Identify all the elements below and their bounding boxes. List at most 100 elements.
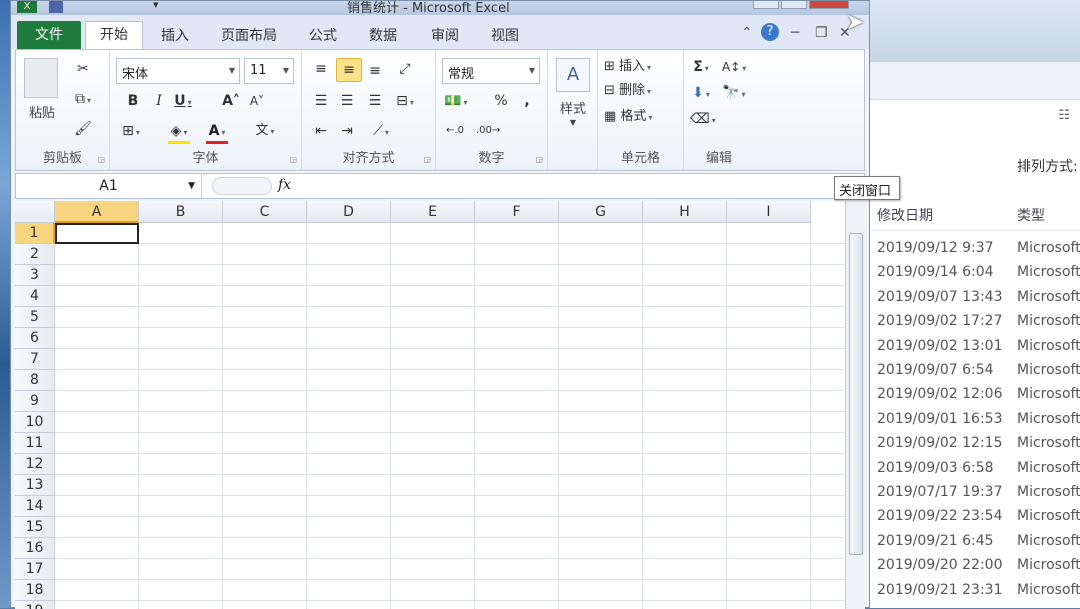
help-icon[interactable]: ? — [761, 23, 779, 41]
file-row[interactable]: 2019/09/02 13:01 Microsoft — [877, 338, 1080, 362]
column-header-e[interactable]: E — [391, 201, 475, 223]
row-header-8[interactable]: 8 — [15, 370, 55, 391]
file-row[interactable]: 2019/09/20 22:00 Microsoft — [877, 557, 1080, 581]
row-header-18[interactable]: 18 — [15, 580, 55, 601]
clear-icon[interactable]: ⌫ ▾ — [690, 108, 716, 132]
cut-icon[interactable]: ✂ — [72, 58, 94, 82]
tab-file[interactable]: 文件 — [17, 21, 81, 49]
column-header-c[interactable]: C — [223, 201, 307, 223]
column-header-a[interactable]: A — [55, 201, 139, 223]
font-color-icon[interactable]: A ▾ — [206, 120, 228, 144]
tab-insert[interactable]: 插入 — [161, 25, 189, 45]
row-header-14[interactable]: 14 — [15, 496, 55, 517]
tab-home[interactable]: 开始 — [85, 21, 143, 49]
font-launcher-icon[interactable]: ◲ — [289, 155, 297, 164]
close-button[interactable] — [809, 1, 849, 9]
column-modified-date[interactable]: 修改日期 — [877, 205, 933, 225]
tab-data[interactable]: 数据 — [369, 25, 397, 45]
file-row[interactable]: 2019/09/02 17:27 Microsoft — [877, 313, 1080, 337]
tab-formulas[interactable]: 公式 — [309, 25, 337, 45]
grow-font-icon[interactable]: A˄ — [220, 90, 242, 114]
column-header-h[interactable]: H — [643, 201, 727, 223]
styles-icon[interactable]: A — [556, 58, 590, 92]
align-bottom-icon[interactable]: ≡ — [364, 60, 386, 84]
file-row[interactable]: 2019/09/22 23:54 Microsoft — [877, 508, 1080, 532]
insert-function-icon[interactable]: fx — [278, 177, 291, 193]
increase-indent-icon[interactable]: ⇥ — [336, 120, 358, 144]
accounting-format-icon[interactable]: 💵 ▾ — [444, 90, 467, 114]
format-cells-button[interactable]: ▦ 格式 ▾ — [604, 106, 652, 130]
chevron-down-icon[interactable]: ▼ — [229, 66, 235, 75]
select-all-corner[interactable] — [15, 201, 55, 223]
alignment-launcher-icon[interactable]: ◲ — [423, 155, 431, 164]
align-center-icon[interactable]: ☰ — [336, 90, 358, 114]
number-launcher-icon[interactable]: ◲ — [535, 155, 543, 164]
scrollbar-thumb[interactable] — [849, 233, 863, 555]
file-row[interactable]: 2019/09/07 13:43 Microsoft — [877, 289, 1080, 313]
view-options-icon[interactable]: ☷ — [1058, 108, 1070, 123]
tab-page-layout[interactable]: 页面布局 — [221, 25, 277, 45]
row-header-16[interactable]: 16 — [15, 538, 55, 559]
vertical-scrollbar[interactable] — [845, 201, 865, 609]
excel-app-icon[interactable]: X — [17, 1, 37, 13]
active-cell-a1[interactable] — [55, 223, 139, 244]
row-header-10[interactable]: 10 — [15, 412, 55, 433]
align-middle-icon[interactable]: ≡ — [336, 58, 362, 82]
row-header-5[interactable]: 5 — [15, 307, 55, 328]
percent-style-icon[interactable]: % — [490, 90, 512, 114]
row-header-15[interactable]: 15 — [15, 517, 55, 538]
orientation-icon[interactable]: ⟋ ▾ — [370, 120, 392, 144]
column-header-b[interactable]: B — [139, 201, 223, 223]
bold-icon[interactable]: B — [122, 90, 144, 114]
row-header-6[interactable]: 6 — [15, 328, 55, 349]
increase-decimal-icon[interactable]: ←.0 — [444, 120, 466, 144]
comma-style-icon[interactable]: , — [516, 90, 538, 114]
save-icon[interactable] — [49, 1, 63, 13]
styles-button[interactable]: 样式 — [550, 98, 596, 117]
row-header-1[interactable]: 1 — [15, 223, 55, 244]
align-right-icon[interactable]: ☰ — [364, 90, 386, 114]
minimize-ribbon-icon[interactable]: ⌃ — [741, 25, 753, 41]
maximize-button[interactable] — [781, 1, 807, 9]
fill-icon[interactable]: ⬇ ▾ — [690, 82, 712, 106]
clipboard-launcher-icon[interactable]: ◲ — [97, 155, 105, 164]
tab-view[interactable]: 视图 — [491, 25, 519, 45]
minimize-button[interactable] — [753, 1, 779, 9]
autosum-icon[interactable]: Σ ▾ — [690, 56, 712, 80]
chevron-down-icon[interactable]: ▼ — [188, 174, 195, 198]
font-name-combo[interactable]: 宋体 ▼ — [116, 58, 240, 84]
file-row[interactable]: 2019/09/12 9:37 Microsoft — [877, 240, 1080, 264]
file-row[interactable]: 2019/09/03 6:58 Microsoft — [877, 460, 1080, 484]
text-orientation-icon[interactable]: ⤢ — [394, 58, 416, 82]
column-header-f[interactable]: F — [475, 201, 559, 223]
file-row[interactable]: 2019/09/21 6:45 Microsoft — [877, 533, 1080, 557]
decrease-indent-icon[interactable]: ⇤ — [310, 120, 332, 144]
paste-button[interactable]: 粘贴 — [20, 102, 64, 121]
number-format-combo[interactable]: 常规 ▼ — [442, 58, 540, 84]
file-row[interactable]: 2019/09/01 16:53 Microsoft — [877, 411, 1080, 435]
workbook-minimize-icon[interactable]: ─ — [791, 25, 799, 41]
fill-color-icon[interactable]: ◈ ▾ — [168, 120, 190, 144]
chevron-down-icon[interactable]: ▼ — [529, 66, 535, 75]
italic-icon[interactable]: I — [148, 90, 170, 114]
column-header-d[interactable]: D — [307, 201, 391, 223]
row-header-4[interactable]: 4 — [15, 286, 55, 307]
workbook-restore-icon[interactable]: ❐ — [815, 25, 828, 41]
file-row[interactable]: 2019/09/21 23:31 Microsoft — [877, 582, 1080, 606]
column-header-i[interactable]: I — [727, 201, 811, 223]
row-header-12[interactable]: 12 — [15, 454, 55, 475]
file-row[interactable]: 2019/09/14 6:04 Microsoft — [877, 264, 1080, 288]
sort-filter-icon[interactable]: A↕ ▾ — [722, 56, 746, 80]
row-header-7[interactable]: 7 — [15, 349, 55, 370]
file-row[interactable]: 2019/09/02 12:06 Microsoft — [877, 386, 1080, 410]
quick-access-dropdown-icon[interactable]: ▾ — [153, 0, 159, 11]
align-top-icon[interactable]: ≡ — [310, 58, 332, 82]
align-left-icon[interactable]: ☰ — [310, 90, 332, 114]
file-row[interactable]: 2019/07/17 19:37 Microsoft — [877, 484, 1080, 508]
row-header-11[interactable]: 11 — [15, 433, 55, 454]
paste-icon[interactable] — [24, 58, 58, 98]
format-painter-icon[interactable]: 🖌 — [72, 118, 94, 142]
chevron-down-icon[interactable]: ▼ — [550, 118, 596, 127]
row-header-2[interactable]: 2 — [15, 244, 55, 265]
underline-icon[interactable]: U ▾ — [172, 90, 194, 114]
